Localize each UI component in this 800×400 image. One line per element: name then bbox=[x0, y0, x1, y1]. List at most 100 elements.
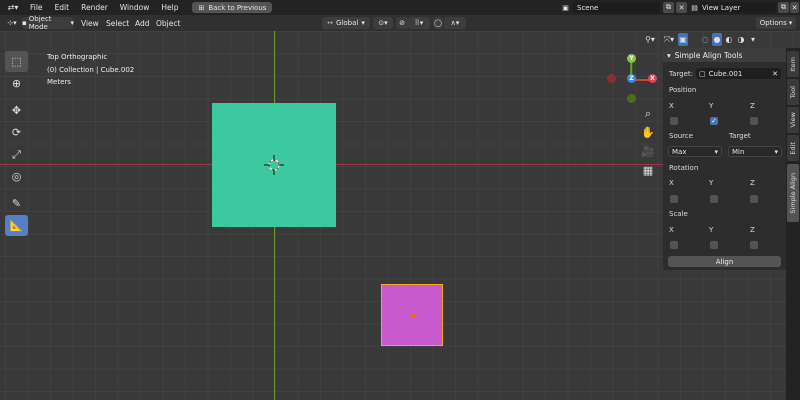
scale-z-label: Z bbox=[750, 226, 755, 234]
gizmo-x-handle[interactable]: X bbox=[648, 74, 657, 83]
scale-label: Scale bbox=[669, 210, 688, 218]
transform-tool-icon[interactable]: ◎ bbox=[5, 166, 28, 187]
tab-view[interactable]: View bbox=[787, 107, 799, 133]
target-column-label: Target bbox=[729, 132, 751, 140]
menu-view[interactable]: View bbox=[81, 17, 99, 29]
view-layer-field[interactable]: View Layer bbox=[698, 2, 776, 13]
collection-info-text: (0) Collection | Cube.002 bbox=[47, 66, 135, 74]
sidebar-tabs: Item Tool View Edit Simple Align bbox=[786, 48, 800, 400]
tab-tool[interactable]: Tool bbox=[787, 79, 799, 105]
chevron-down-icon: ▾ bbox=[788, 19, 793, 27]
scale-z-checkbox[interactable] bbox=[750, 241, 758, 249]
position-x-label: X bbox=[669, 102, 674, 110]
gizmo-neg-x-handle[interactable] bbox=[607, 74, 616, 83]
gizmo-neg-y-handle[interactable] bbox=[627, 94, 636, 103]
back-icon: ⊞ bbox=[198, 3, 205, 12]
move-tool-icon[interactable]: ✥ bbox=[5, 100, 28, 121]
menu-file[interactable]: File bbox=[24, 3, 49, 12]
pan-hand-icon[interactable]: ✋ bbox=[639, 123, 657, 141]
scale-tool-icon[interactable]: ⤢ bbox=[5, 144, 28, 165]
pivot-point-dropdown[interactable]: ⊙▾ bbox=[373, 17, 393, 29]
target-select-value: Min bbox=[732, 147, 745, 156]
view-layer-close-icon[interactable]: ✕ bbox=[790, 2, 799, 13]
menu-select[interactable]: Select bbox=[106, 17, 129, 29]
position-z-checkbox[interactable] bbox=[750, 117, 758, 125]
rotation-label: Rotation bbox=[669, 164, 699, 172]
view-layer-copy-icon[interactable]: ⧉ bbox=[778, 2, 789, 13]
target-object-name: Cube.001 bbox=[708, 69, 743, 78]
cursor-tool-icon[interactable]: ⊕ bbox=[5, 73, 28, 94]
scale-y-label: Y bbox=[709, 226, 714, 234]
editor-type-icon[interactable]: ⇄▾ bbox=[2, 1, 24, 14]
position-y-checkbox[interactable]: ✓ bbox=[710, 117, 718, 125]
scale-y-checkbox[interactable] bbox=[710, 241, 718, 249]
snap-options-dropdown[interactable]: ⠿▾ bbox=[408, 17, 430, 29]
rotation-y-checkbox[interactable] bbox=[710, 195, 718, 203]
chevron-down-icon: ▾ bbox=[70, 19, 74, 27]
object-mode-dropdown[interactable]: ▪ Object Mode ▾ bbox=[22, 15, 74, 31]
menu-edit[interactable]: Edit bbox=[49, 3, 76, 12]
simple-align-panel: ▾ Simple Align Tools Target: ▢ Cube.001 … bbox=[663, 48, 786, 270]
shading-rendered-icon[interactable]: ◑ bbox=[736, 33, 746, 46]
collapse-triangle-icon: ▾ bbox=[667, 50, 671, 60]
clear-target-icon[interactable]: ✕ bbox=[772, 70, 778, 78]
rotation-z-label: Z bbox=[750, 179, 755, 187]
gizmo-z-handle[interactable]: Z bbox=[627, 74, 636, 83]
tab-edit[interactable]: Edit bbox=[787, 135, 799, 161]
shading-material-icon[interactable]: ◐ bbox=[724, 33, 734, 46]
falloff-dropdown[interactable]: ∧▾ bbox=[444, 17, 466, 29]
orientation-icon: ⇿ bbox=[327, 19, 333, 27]
ortho-grid-icon[interactable]: ▦ bbox=[639, 161, 657, 179]
camera-icon[interactable]: 🎥 bbox=[639, 142, 657, 160]
target-object-field[interactable]: ▢ Cube.001 ✕ bbox=[696, 68, 781, 79]
scale-x-checkbox[interactable] bbox=[670, 241, 678, 249]
transform-orientation-dropdown[interactable]: ⇿ Global ▾ bbox=[322, 17, 370, 29]
overlay-toggle-icon[interactable]: ⤧▾ bbox=[661, 33, 677, 46]
rotate-tool-icon[interactable]: ⟳ bbox=[5, 122, 28, 143]
options-dropdown[interactable]: Options ▾ bbox=[756, 17, 796, 29]
gizmo-y-handle[interactable]: Y bbox=[627, 54, 636, 63]
measure-tool-icon[interactable]: 📐 bbox=[5, 215, 28, 236]
proportional-edit-toggle[interactable]: ◯ bbox=[433, 17, 443, 29]
shading-solid-icon[interactable]: ● bbox=[712, 33, 722, 46]
align-button[interactable]: Align bbox=[668, 256, 781, 267]
scene-copy-icon[interactable]: ⧉ bbox=[663, 2, 674, 13]
viewport-gizmo-toggle-icon[interactable]: ⚲▾ bbox=[641, 33, 659, 46]
rotation-x-label: X bbox=[669, 179, 674, 187]
scene-name: Scene bbox=[577, 3, 599, 12]
target-dropdown[interactable]: Min ▾ bbox=[728, 146, 782, 157]
rotation-z-checkbox[interactable] bbox=[750, 195, 758, 203]
snap-toggle[interactable]: ⊘ bbox=[396, 17, 408, 29]
rotation-x-checkbox[interactable] bbox=[670, 195, 678, 203]
target-label: Target: bbox=[669, 70, 694, 78]
rotation-y-label: Y bbox=[709, 179, 714, 187]
shading-options-icon[interactable]: ▾ bbox=[748, 33, 758, 46]
tool-shelf: ⬚ ⊕ ✥ ⟳ ⤢ ◎ ✎ 📐 bbox=[5, 51, 29, 237]
select-box-tool-icon[interactable]: ⬚ bbox=[5, 51, 28, 72]
menu-object[interactable]: Object bbox=[156, 17, 180, 29]
menu-render[interactable]: Render bbox=[75, 3, 114, 12]
zoom-icon[interactable]: ⌕ bbox=[639, 105, 657, 123]
shading-wireframe-icon[interactable]: ◌ bbox=[700, 33, 710, 46]
menu-window[interactable]: Window bbox=[114, 3, 156, 12]
menu-add[interactable]: Add bbox=[135, 17, 150, 29]
position-x-checkbox[interactable] bbox=[670, 117, 678, 125]
panel-header[interactable]: ▾ Simple Align Tools bbox=[663, 48, 786, 62]
tab-simple-align[interactable]: Simple Align bbox=[787, 164, 799, 222]
back-to-previous-button[interactable]: ⊞ Back to Previous bbox=[192, 2, 273, 13]
source-dropdown[interactable]: Max ▾ bbox=[668, 146, 722, 157]
editor-type-3d-icon[interactable]: ⊹▾ bbox=[3, 17, 21, 29]
annotate-tool-icon[interactable]: ✎ bbox=[5, 193, 28, 214]
scene-close-icon[interactable]: ✕ bbox=[676, 2, 687, 13]
position-label: Position bbox=[669, 86, 697, 94]
position-y-label: Y bbox=[709, 102, 714, 110]
scene-field[interactable]: Scene bbox=[573, 2, 660, 13]
menu-help[interactable]: Help bbox=[155, 3, 184, 12]
3d-cursor-icon bbox=[264, 155, 284, 175]
object-mode-icon: ▪ bbox=[22, 19, 27, 27]
scene-icon: ▣ bbox=[562, 3, 569, 12]
source-label: Source bbox=[669, 132, 694, 140]
tab-item[interactable]: Item bbox=[787, 51, 799, 77]
chevron-down-icon: ▾ bbox=[714, 147, 718, 156]
xray-toggle-icon[interactable]: ▣ bbox=[678, 33, 688, 46]
